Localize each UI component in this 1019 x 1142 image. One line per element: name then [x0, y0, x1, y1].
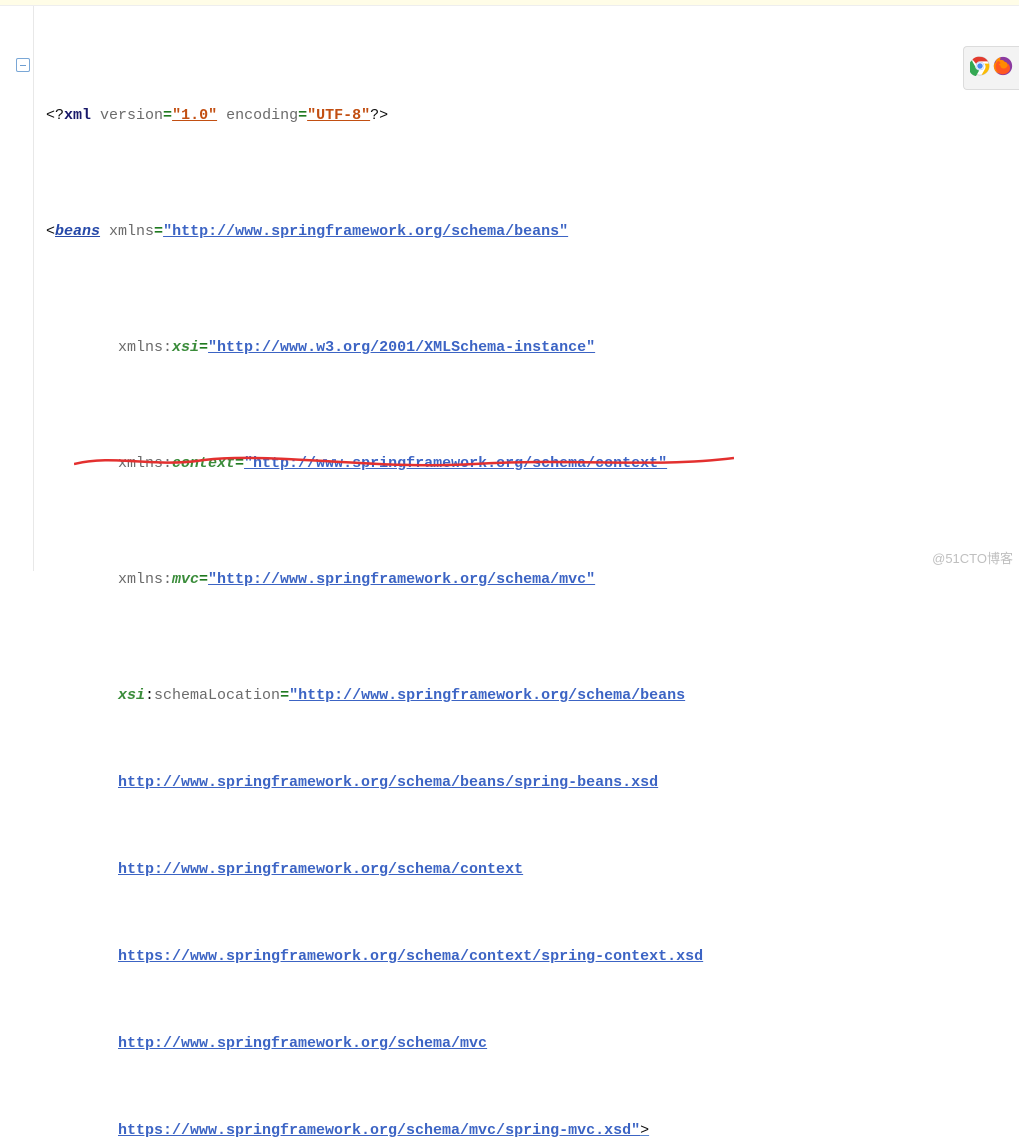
eq: = — [298, 107, 307, 124]
schemaloc-3[interactable]: https://www.springframework.org/schema/c… — [118, 948, 703, 965]
browser-launcher-panel — [963, 46, 1019, 90]
eq: = — [235, 455, 244, 472]
xml-decl-line: <?xml version="1.0" encoding="UTF-8"?> — [46, 101, 1011, 130]
xsi-ns: xsi — [172, 339, 199, 356]
xml-open: <? — [46, 107, 64, 124]
context-ns: context — [172, 455, 235, 472]
eq: = — [163, 107, 172, 124]
eq: = — [199, 339, 208, 356]
lt: < — [46, 223, 55, 240]
colon: : — [145, 687, 154, 704]
eq: = — [199, 571, 208, 588]
version-val: "1.0" — [172, 107, 217, 124]
firefox-icon[interactable] — [993, 56, 1013, 81]
xmlns-prefix: xmlns: — [118, 571, 172, 588]
schemaloc-row: http://www.springframework.org/schema/mv… — [46, 1029, 1011, 1058]
chrome-icon[interactable] — [970, 56, 990, 81]
version-key: version — [91, 107, 163, 124]
mvc-ns: mvc — [172, 571, 199, 588]
schemaloc-2[interactable]: http://www.springframework.org/schema/co… — [118, 861, 523, 878]
mvc-val[interactable]: "http://www.springframework.org/schema/m… — [208, 571, 595, 588]
encoding-val: "UTF-8" — [307, 107, 370, 124]
xml-name: xml — [64, 107, 91, 124]
xmlns-key: xmlns — [100, 223, 154, 240]
context-line: xmlns:context="http://www.springframewor… — [46, 449, 1011, 478]
eq: = — [280, 687, 289, 704]
mvc-line: xmlns:mvc="http://www.springframework.or… — [46, 565, 1011, 594]
gt: > — [640, 1122, 649, 1139]
beans-open-line: <beans xmlns="http://www.springframework… — [46, 217, 1011, 246]
xmlns-val[interactable]: "http://www.springframework.org/schema/b… — [163, 223, 568, 240]
schemaloc-row: http://www.springframework.org/schema/be… — [46, 768, 1011, 797]
xmlns-prefix: xmlns: — [118, 339, 172, 356]
schemaloc-row: https://www.springframework.org/schema/m… — [46, 1116, 1011, 1142]
xml-close: ?> — [370, 107, 388, 124]
schemaloc-line: xsi:schemaLocation="http://www.springfra… — [46, 681, 1011, 710]
gutter — [0, 6, 34, 571]
schemaloc-4[interactable]: http://www.springframework.org/schema/mv… — [118, 1035, 487, 1052]
xsi-line: xmlns:xsi="http://www.w3.org/2001/XMLSch… — [46, 333, 1011, 362]
schemaloc-key: schemaLocation — [154, 687, 280, 704]
context-val[interactable]: "http://www.springframework.org/schema/c… — [244, 455, 667, 472]
schemaloc-row: http://www.springframework.org/schema/co… — [46, 855, 1011, 884]
code-area[interactable]: <?xml version="1.0" encoding="UTF-8"?> <… — [34, 6, 1019, 571]
schemaloc-5[interactable]: https://www.springframework.org/schema/m… — [118, 1122, 640, 1139]
watermark-text: @51CTO博客 — [932, 548, 1013, 567]
encoding-key: encoding — [217, 107, 298, 124]
schemaloc-row: https://www.springframework.org/schema/c… — [46, 942, 1011, 971]
xmlns-prefix: xmlns: — [118, 455, 172, 472]
editor-pane: <?xml version="1.0" encoding="UTF-8"?> <… — [0, 6, 1019, 571]
schemaloc-1[interactable]: http://www.springframework.org/schema/be… — [118, 774, 658, 791]
schemaloc-0[interactable]: "http://www.springframework.org/schema/b… — [289, 687, 685, 704]
xsi-val[interactable]: "http://www.w3.org/2001/XMLSchema-instan… — [208, 339, 595, 356]
fold-toggle-icon[interactable] — [16, 58, 30, 72]
eq: = — [154, 223, 163, 240]
beans-tag: beans — [55, 223, 100, 240]
xsi-ns: xsi — [118, 687, 145, 704]
